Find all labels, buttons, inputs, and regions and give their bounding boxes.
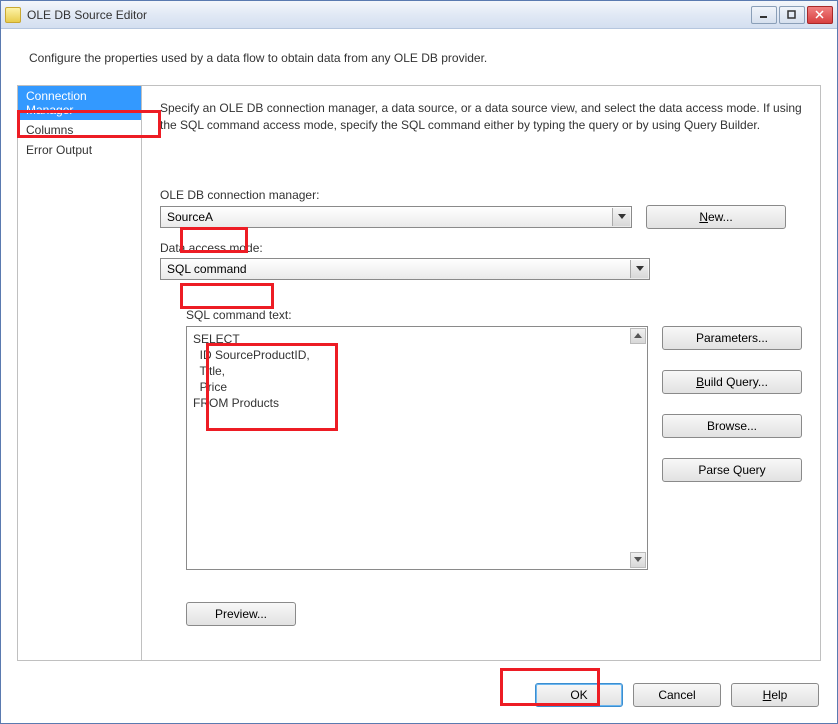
sql-command-text: SELECT ID SourceProductID, Title, Price …	[193, 331, 641, 412]
window-controls	[751, 6, 833, 24]
ok-button[interactable]: OK	[535, 683, 623, 707]
conn-manager-dropdown-button[interactable]	[612, 208, 630, 226]
titlebar[interactable]: OLE DB Source Editor	[1, 1, 837, 29]
close-button[interactable]	[807, 6, 833, 24]
chevron-down-icon	[618, 214, 626, 219]
minimize-icon	[759, 10, 769, 20]
dialog-subtitle: Configure the properties used by a data …	[1, 29, 837, 73]
conn-manager-label: OLE DB connection manager:	[160, 188, 802, 202]
build-query-button[interactable]: Build Query...	[662, 370, 802, 394]
browse-button[interactable]: Browse...	[662, 414, 802, 438]
main-panel: Connection Manager Columns Error Output …	[17, 85, 821, 661]
sidebar-item-error-output[interactable]: Error Output	[18, 140, 141, 160]
data-access-mode-dropdown-button[interactable]	[630, 260, 648, 278]
triangle-down-icon	[634, 557, 642, 562]
maximize-icon	[787, 10, 797, 20]
help-button[interactable]: Help	[731, 683, 819, 707]
data-access-mode-value: SQL command	[167, 262, 247, 276]
db-source-icon	[5, 7, 21, 23]
preview-button[interactable]: Preview...	[186, 602, 296, 626]
data-access-mode-label: Data access mode:	[160, 241, 802, 255]
content-area: Specify an OLE DB connection manager, a …	[142, 86, 820, 660]
scroll-down-button[interactable]	[630, 552, 646, 568]
conn-manager-dropdown[interactable]: SourceA	[160, 206, 632, 228]
parse-query-button[interactable]: Parse Query	[662, 458, 802, 482]
maximize-button[interactable]	[779, 6, 805, 24]
cancel-button[interactable]: Cancel	[633, 683, 721, 707]
parameters-button[interactable]: Parameters...	[662, 326, 802, 350]
chevron-down-icon	[636, 266, 644, 271]
conn-manager-value: SourceA	[167, 210, 213, 224]
sidebar-item-connection-manager[interactable]: Connection Manager	[18, 86, 141, 120]
close-icon	[815, 10, 825, 20]
triangle-up-icon	[634, 333, 642, 338]
sql-command-label: SQL command text:	[186, 308, 802, 322]
minimize-button[interactable]	[751, 6, 777, 24]
description-text: Specify an OLE DB connection manager, a …	[160, 100, 802, 134]
dialog-window: OLE DB Source Editor Configure the prope…	[0, 0, 838, 724]
data-access-mode-dropdown[interactable]: SQL command	[160, 258, 650, 280]
scroll-up-button[interactable]	[630, 328, 646, 344]
sql-command-textarea[interactable]: SELECT ID SourceProductID, Title, Price …	[186, 326, 648, 570]
dialog-footer: OK Cancel Help	[1, 671, 837, 723]
new-connection-button[interactable]: New...	[646, 205, 786, 229]
window-title: OLE DB Source Editor	[27, 8, 751, 22]
sidebar: Connection Manager Columns Error Output	[18, 86, 142, 660]
sidebar-item-columns[interactable]: Columns	[18, 120, 141, 140]
